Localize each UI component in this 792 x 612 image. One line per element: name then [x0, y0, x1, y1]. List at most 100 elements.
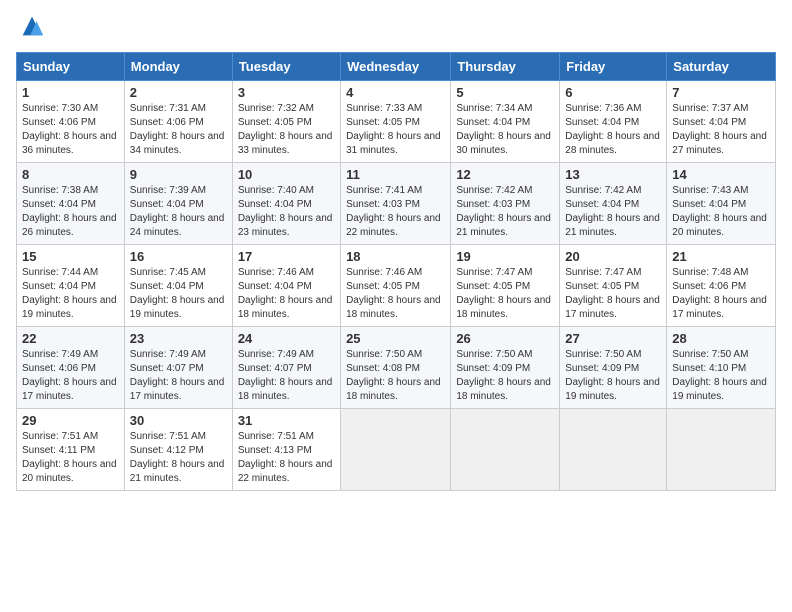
day-info: Sunrise: 7:31 AM Sunset: 4:06 PM Dayligh…	[130, 102, 227, 158]
day-info: Sunrise: 7:41 AM Sunset: 4:03 PM Dayligh…	[346, 184, 445, 240]
day-number: 16	[130, 249, 227, 264]
day-number: 4	[346, 85, 445, 100]
calendar-cell: 21 Sunrise: 7:48 AM Sunset: 4:06 PM Dayl…	[667, 245, 776, 327]
calendar-cell: 11 Sunrise: 7:41 AM Sunset: 4:03 PM Dayl…	[341, 163, 451, 245]
day-number: 19	[456, 249, 554, 264]
day-info: Sunrise: 7:49 AM Sunset: 4:06 PM Dayligh…	[22, 348, 119, 404]
calendar-cell	[451, 409, 560, 491]
day-info: Sunrise: 7:30 AM Sunset: 4:06 PM Dayligh…	[22, 102, 119, 158]
calendar-cell: 19 Sunrise: 7:47 AM Sunset: 4:05 PM Dayl…	[451, 245, 560, 327]
day-info: Sunrise: 7:32 AM Sunset: 4:05 PM Dayligh…	[238, 102, 335, 158]
calendar-cell: 6 Sunrise: 7:36 AM Sunset: 4:04 PM Dayli…	[560, 81, 667, 163]
calendar-cell: 15 Sunrise: 7:44 AM Sunset: 4:04 PM Dayl…	[17, 245, 125, 327]
calendar-cell: 13 Sunrise: 7:42 AM Sunset: 4:04 PM Dayl…	[560, 163, 667, 245]
day-number: 24	[238, 331, 335, 346]
calendar-cell: 30 Sunrise: 7:51 AM Sunset: 4:12 PM Dayl…	[124, 409, 232, 491]
calendar-cell: 24 Sunrise: 7:49 AM Sunset: 4:07 PM Dayl…	[232, 327, 340, 409]
calendar-cell: 18 Sunrise: 7:46 AM Sunset: 4:05 PM Dayl…	[341, 245, 451, 327]
day-info: Sunrise: 7:49 AM Sunset: 4:07 PM Dayligh…	[238, 348, 335, 404]
day-number: 29	[22, 413, 119, 428]
day-info: Sunrise: 7:40 AM Sunset: 4:04 PM Dayligh…	[238, 184, 335, 240]
day-info: Sunrise: 7:50 AM Sunset: 4:08 PM Dayligh…	[346, 348, 445, 404]
calendar-cell: 25 Sunrise: 7:50 AM Sunset: 4:08 PM Dayl…	[341, 327, 451, 409]
day-number: 31	[238, 413, 335, 428]
day-info: Sunrise: 7:47 AM Sunset: 4:05 PM Dayligh…	[565, 266, 661, 322]
day-number: 12	[456, 167, 554, 182]
calendar-cell: 20 Sunrise: 7:47 AM Sunset: 4:05 PM Dayl…	[560, 245, 667, 327]
calendar-cell: 9 Sunrise: 7:39 AM Sunset: 4:04 PM Dayli…	[124, 163, 232, 245]
day-number: 15	[22, 249, 119, 264]
day-number: 9	[130, 167, 227, 182]
day-number: 11	[346, 167, 445, 182]
day-info: Sunrise: 7:33 AM Sunset: 4:05 PM Dayligh…	[346, 102, 445, 158]
calendar-cell: 17 Sunrise: 7:46 AM Sunset: 4:04 PM Dayl…	[232, 245, 340, 327]
calendar-cell: 8 Sunrise: 7:38 AM Sunset: 4:04 PM Dayli…	[17, 163, 125, 245]
calendar-cell: 23 Sunrise: 7:49 AM Sunset: 4:07 PM Dayl…	[124, 327, 232, 409]
day-info: Sunrise: 7:42 AM Sunset: 4:04 PM Dayligh…	[565, 184, 661, 240]
day-info: Sunrise: 7:43 AM Sunset: 4:04 PM Dayligh…	[672, 184, 770, 240]
day-number: 8	[22, 167, 119, 182]
day-info: Sunrise: 7:46 AM Sunset: 4:05 PM Dayligh…	[346, 266, 445, 322]
calendar-cell: 3 Sunrise: 7:32 AM Sunset: 4:05 PM Dayli…	[232, 81, 340, 163]
weekday-header: Tuesday	[232, 53, 340, 81]
day-number: 1	[22, 85, 119, 100]
calendar-table: SundayMondayTuesdayWednesdayThursdayFrid…	[16, 52, 776, 491]
day-info: Sunrise: 7:47 AM Sunset: 4:05 PM Dayligh…	[456, 266, 554, 322]
calendar-cell: 26 Sunrise: 7:50 AM Sunset: 4:09 PM Dayl…	[451, 327, 560, 409]
weekday-header: Monday	[124, 53, 232, 81]
calendar-cell: 5 Sunrise: 7:34 AM Sunset: 4:04 PM Dayli…	[451, 81, 560, 163]
day-info: Sunrise: 7:50 AM Sunset: 4:10 PM Dayligh…	[672, 348, 770, 404]
weekday-header: Saturday	[667, 53, 776, 81]
calendar-cell: 1 Sunrise: 7:30 AM Sunset: 4:06 PM Dayli…	[17, 81, 125, 163]
page-header	[16, 16, 776, 40]
day-number: 13	[565, 167, 661, 182]
calendar-cell: 31 Sunrise: 7:51 AM Sunset: 4:13 PM Dayl…	[232, 409, 340, 491]
day-info: Sunrise: 7:37 AM Sunset: 4:04 PM Dayligh…	[672, 102, 770, 158]
calendar-cell: 2 Sunrise: 7:31 AM Sunset: 4:06 PM Dayli…	[124, 81, 232, 163]
day-info: Sunrise: 7:50 AM Sunset: 4:09 PM Dayligh…	[565, 348, 661, 404]
calendar-cell: 7 Sunrise: 7:37 AM Sunset: 4:04 PM Dayli…	[667, 81, 776, 163]
day-number: 18	[346, 249, 445, 264]
day-number: 6	[565, 85, 661, 100]
day-number: 7	[672, 85, 770, 100]
weekday-header: Friday	[560, 53, 667, 81]
logo-icon	[18, 12, 46, 40]
day-info: Sunrise: 7:51 AM Sunset: 4:13 PM Dayligh…	[238, 430, 335, 486]
day-number: 30	[130, 413, 227, 428]
calendar-cell: 22 Sunrise: 7:49 AM Sunset: 4:06 PM Dayl…	[17, 327, 125, 409]
calendar-cell: 14 Sunrise: 7:43 AM Sunset: 4:04 PM Dayl…	[667, 163, 776, 245]
day-info: Sunrise: 7:51 AM Sunset: 4:12 PM Dayligh…	[130, 430, 227, 486]
day-number: 17	[238, 249, 335, 264]
calendar-week-row: 8 Sunrise: 7:38 AM Sunset: 4:04 PM Dayli…	[17, 163, 776, 245]
day-info: Sunrise: 7:49 AM Sunset: 4:07 PM Dayligh…	[130, 348, 227, 404]
calendar-cell: 12 Sunrise: 7:42 AM Sunset: 4:03 PM Dayl…	[451, 163, 560, 245]
day-number: 22	[22, 331, 119, 346]
day-info: Sunrise: 7:51 AM Sunset: 4:11 PM Dayligh…	[22, 430, 119, 486]
weekday-header-row: SundayMondayTuesdayWednesdayThursdayFrid…	[17, 53, 776, 81]
day-info: Sunrise: 7:44 AM Sunset: 4:04 PM Dayligh…	[22, 266, 119, 322]
day-number: 21	[672, 249, 770, 264]
calendar-cell: 28 Sunrise: 7:50 AM Sunset: 4:10 PM Dayl…	[667, 327, 776, 409]
weekday-header: Wednesday	[341, 53, 451, 81]
day-info: Sunrise: 7:48 AM Sunset: 4:06 PM Dayligh…	[672, 266, 770, 322]
day-number: 2	[130, 85, 227, 100]
calendar-cell: 29 Sunrise: 7:51 AM Sunset: 4:11 PM Dayl…	[17, 409, 125, 491]
day-number: 5	[456, 85, 554, 100]
day-number: 20	[565, 249, 661, 264]
calendar-week-row: 22 Sunrise: 7:49 AM Sunset: 4:06 PM Dayl…	[17, 327, 776, 409]
day-info: Sunrise: 7:36 AM Sunset: 4:04 PM Dayligh…	[565, 102, 661, 158]
calendar-cell	[560, 409, 667, 491]
day-number: 27	[565, 331, 661, 346]
day-info: Sunrise: 7:42 AM Sunset: 4:03 PM Dayligh…	[456, 184, 554, 240]
calendar-week-row: 15 Sunrise: 7:44 AM Sunset: 4:04 PM Dayl…	[17, 245, 776, 327]
calendar-cell: 27 Sunrise: 7:50 AM Sunset: 4:09 PM Dayl…	[560, 327, 667, 409]
day-number: 3	[238, 85, 335, 100]
day-info: Sunrise: 7:39 AM Sunset: 4:04 PM Dayligh…	[130, 184, 227, 240]
calendar-cell: 10 Sunrise: 7:40 AM Sunset: 4:04 PM Dayl…	[232, 163, 340, 245]
day-number: 28	[672, 331, 770, 346]
weekday-header: Thursday	[451, 53, 560, 81]
day-number: 26	[456, 331, 554, 346]
day-number: 14	[672, 167, 770, 182]
calendar-week-row: 1 Sunrise: 7:30 AM Sunset: 4:06 PM Dayli…	[17, 81, 776, 163]
logo	[16, 16, 46, 40]
